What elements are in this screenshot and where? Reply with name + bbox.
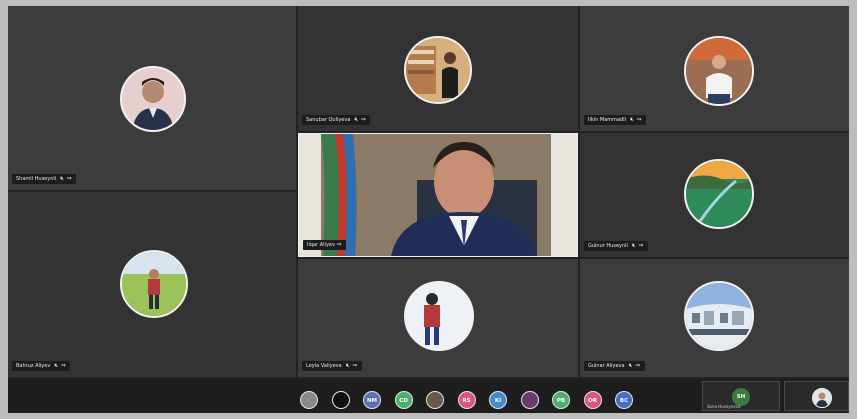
self-view-thumbnail[interactable]: SH Sona Huseynova — [702, 381, 780, 411]
mic-muted-icon: 🔇︎ — [354, 116, 359, 123]
mic-muted-icon: 🔇︎ — [345, 362, 350, 369]
participant-tile[interactable]: Shamil Huseynli 🔇︎ ⇒ — [8, 6, 296, 190]
participant-avatar — [120, 250, 188, 318]
participant-avatar — [684, 159, 754, 229]
participant-name-tag: Bahruz Aliyev 🔇︎ ⇒ — [12, 361, 71, 371]
pin-icon[interactable]: ⇒ — [352, 361, 358, 371]
participant-strip-avatar[interactable]: BC — [615, 391, 633, 409]
pin-icon[interactable]: ⇒ — [636, 115, 642, 125]
participant-name: Bahruz Aliyev — [16, 363, 51, 369]
participant-tile[interactable]: Sanubar Quliyeva 🔇︎ ⇒ — [298, 6, 578, 131]
participant-strip-avatar[interactable] — [520, 391, 539, 409]
participant-name: Leyla Valiyeva — [306, 363, 342, 369]
participant-name: Shamil Huseynli — [16, 176, 57, 182]
participant-avatar — [404, 36, 472, 104]
mic-muted-icon: 🔇︎ — [630, 116, 634, 123]
participant-name: Gulnur Huseynli — [588, 243, 628, 249]
participant-name: Ilkin Mammadli — [588, 117, 627, 123]
active-speaker-video[interactable]: Ilqar Aliyev⇒ — [298, 133, 578, 257]
participant-tile[interactable]: Leyla Valiyeva 🔇︎ ⇒ — [298, 259, 578, 377]
participant-strip-avatar[interactable]: CD — [394, 391, 413, 409]
participant-name-tag: Ilqar Aliyev⇒ — [303, 240, 346, 250]
participant-name: Gulnar Aliyeva — [588, 363, 625, 369]
self-view-caption: Sona Huseynova — [707, 404, 741, 409]
mic-muted-icon: 🔇︎ — [628, 362, 633, 369]
participant-name-tag: Leyla Valiyeva 🔇︎ ⇒ — [302, 361, 362, 371]
participant-avatar — [684, 36, 754, 106]
mic-muted-icon: 🔇︎ — [632, 242, 636, 249]
mic-muted-icon: 🔇︎ — [54, 362, 59, 369]
speaker-video-frame — [299, 134, 577, 256]
participant-name: Ilqar Aliyev — [307, 242, 335, 248]
participant-tile[interactable]: Gulnar Aliyeva 🔇︎ ⇒ — [580, 259, 849, 377]
pin-icon[interactable]: ⇒ — [360, 115, 366, 125]
participant-name-tag: Gulnur Huseynli 🔇︎ ⇒ — [584, 241, 648, 251]
participant-name-tag: Sanubar Quliyeva 🔇︎ ⇒ — [302, 115, 371, 125]
participant-tile[interactable]: Bahruz Aliyev 🔇︎ ⇒ — [8, 192, 296, 377]
participant-strip-avatar[interactable]: KI — [489, 391, 507, 409]
more-participants-thumbnail[interactable] — [784, 381, 849, 411]
pin-icon[interactable]: ⇒ — [336, 240, 342, 250]
pin-icon[interactable]: ⇒ — [635, 361, 641, 371]
pin-icon[interactable]: ⇒ — [66, 174, 72, 184]
participant-name-tag: Shamil Huseynli 🔇︎ ⇒ — [12, 174, 77, 184]
participant-avatar — [812, 388, 832, 408]
participant-avatar — [684, 281, 754, 351]
participant-name: Sanubar Quliyeva — [306, 117, 351, 123]
participant-strip: NM CD RS KI PB OR BC SH Sona Huseynova — [8, 379, 849, 413]
participant-avatar — [404, 281, 474, 351]
participant-name-tag: Gulnar Aliyeva 🔇︎ ⇒ — [584, 361, 645, 371]
participant-strip-avatar[interactable]: RS — [457, 391, 476, 409]
participant-strip-avatar[interactable] — [426, 391, 444, 409]
participant-strip-avatar[interactable]: PB — [552, 391, 570, 409]
participant-name-tag: Ilkin Mammadli 🔇︎ ⇒ — [584, 115, 647, 125]
participant-strip-avatar[interactable] — [300, 391, 318, 409]
pin-icon[interactable]: ⇒ — [638, 241, 644, 251]
participant-strip-avatar[interactable]: NM — [363, 391, 381, 409]
pin-icon[interactable]: ⇒ — [60, 361, 66, 371]
participant-tile[interactable]: Ilkin Mammadli 🔇︎ ⇒ — [580, 6, 849, 131]
participant-tile[interactable]: Gulnur Huseynli 🔇︎ ⇒ — [580, 133, 849, 257]
participant-strip-avatar[interactable]: OR — [583, 391, 602, 409]
video-grid: Shamil Huseynli 🔇︎ ⇒ Sanubar Quliyeva 🔇︎ ⇒ I… — [8, 6, 849, 413]
participant-avatar — [120, 66, 186, 132]
mic-muted-icon: 🔇︎ — [60, 175, 65, 182]
participant-strip-avatar[interactable] — [331, 391, 350, 409]
